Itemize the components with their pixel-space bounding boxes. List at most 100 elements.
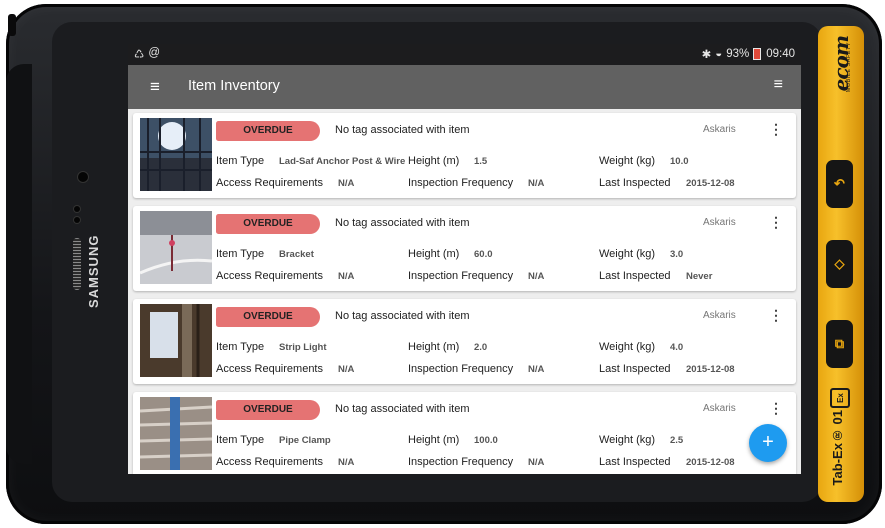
height-value: 2.0 (474, 342, 488, 353)
item-card[interactable]: OVERDUE No tag associated with item Aska… (133, 392, 796, 474)
item-type-label: Item Type (216, 341, 265, 353)
status-bar: ♺ @ ✱ ◒ 93% 09:40 (128, 44, 801, 65)
status-badge: OVERDUE (216, 121, 320, 141)
last-inspected-label: Last Inspected (599, 456, 671, 468)
battery-percent: 93% (726, 48, 750, 60)
status-badge: OVERDUE (216, 214, 320, 234)
access-value: N/A (338, 457, 355, 468)
frequency-label: Inspection Frequency (408, 270, 514, 282)
screen: ♺ @ ✱ ◒ 93% 09:40 ≡ Item Inventory ≡ OVE… (128, 44, 801, 474)
last-inspected-value: 2015-12-08 (686, 457, 735, 468)
more-options-icon[interactable]: ⋮ (769, 400, 783, 417)
last-inspected-label: Last Inspected (599, 363, 671, 375)
height-label: Height (m) (408, 155, 460, 167)
tag-message: No tag associated with item (335, 310, 470, 322)
weight-value: 2.5 (670, 435, 684, 446)
access-value: N/A (338, 178, 355, 189)
frequency-value: N/A (528, 271, 545, 282)
item-type-value: Lad-Saf Anchor Post & Wire (279, 156, 406, 167)
height-value: 1.5 (474, 156, 488, 167)
item-card[interactable]: OVERDUE No tag associated with item Aska… (133, 113, 796, 198)
item-type-value: Pipe Clamp (279, 435, 331, 446)
item-photo (140, 211, 212, 284)
item-owner: Askaris (703, 310, 736, 321)
add-item-button[interactable]: + (749, 424, 787, 462)
frequency-value: N/A (528, 364, 545, 375)
more-options-icon[interactable]: ⋮ (769, 121, 783, 138)
height-label: Height (m) (408, 341, 460, 353)
tag-message: No tag associated with item (335, 124, 470, 136)
access-label: Access Requirements (216, 177, 323, 189)
model-name: Tab-Ex® 01 (830, 410, 845, 486)
recent-apps-icon: ⧉ (834, 336, 845, 351)
filter-icon[interactable]: ≡ (774, 76, 783, 94)
height-value: 100.0 (474, 435, 498, 446)
last-inspected-value: Never (686, 271, 713, 282)
speaker-grille (73, 238, 81, 290)
battery-icon (753, 48, 762, 60)
height-value: 60.0 (474, 249, 493, 260)
model-label: Ex Tab-Ex® 01 (826, 388, 856, 488)
weight-label: Weight (kg) (599, 248, 656, 260)
item-type-value: Bracket (279, 249, 314, 260)
sensor-dot (74, 206, 80, 212)
item-photo (140, 118, 212, 191)
weight-label: Weight (kg) (599, 341, 656, 353)
item-owner: Askaris (703, 124, 736, 135)
item-owner: Askaris (703, 217, 736, 228)
weight-value: 10.0 (670, 156, 689, 167)
wifi-icon: ◒ (715, 48, 723, 60)
top-side-button[interactable] (8, 14, 16, 36)
tag-message: No tag associated with item (335, 217, 470, 229)
page-title: Item Inventory (188, 78, 280, 94)
frequency-value: N/A (528, 457, 545, 468)
frequency-value: N/A (528, 178, 545, 189)
item-type-label: Item Type (216, 155, 265, 167)
last-inspected-value: 2015-12-08 (686, 364, 735, 375)
weight-value: 3.0 (670, 249, 684, 260)
height-label: Height (m) (408, 248, 460, 260)
access-label: Access Requirements (216, 363, 323, 375)
frequency-label: Inspection Frequency (408, 456, 514, 468)
item-card[interactable]: OVERDUE No tag associated with item Aska… (133, 206, 796, 291)
hamburger-menu-icon[interactable]: ≡ (150, 77, 160, 97)
brand-logo: SAMSUNG (86, 234, 101, 308)
item-type-label: Item Type (216, 248, 265, 260)
weight-value: 4.0 (670, 342, 684, 353)
item-card[interactable]: OVERDUE No tag associated with item Aska… (133, 299, 796, 384)
last-inspected-value: 2015-12-08 (686, 178, 735, 189)
status-badge: OVERDUE (216, 400, 320, 420)
frequency-label: Inspection Frequency (408, 177, 514, 189)
more-options-icon[interactable]: ⋮ (769, 214, 783, 231)
access-value: N/A (338, 271, 355, 282)
weight-label: Weight (kg) (599, 155, 656, 167)
item-type-value: Strip Light (279, 342, 327, 353)
item-photo (140, 304, 212, 377)
recent-apps-key[interactable]: ⧉ (826, 320, 853, 368)
weight-label: Weight (kg) (599, 434, 656, 446)
tag-message: No tag associated with item (335, 403, 470, 415)
back-icon: ↶ (834, 176, 845, 191)
last-inspected-label: Last Inspected (599, 177, 671, 189)
at-icon: @ (148, 47, 160, 59)
front-camera (78, 172, 88, 182)
bluetooth-icon: ✱ (701, 49, 712, 61)
access-label: Access Requirements (216, 456, 323, 468)
ex-mark-icon: Ex (830, 388, 850, 408)
last-inspected-label: Last Inspected (599, 270, 671, 282)
item-owner: Askaris (703, 403, 736, 414)
clock: 09:40 (766, 48, 795, 60)
left-bumper (6, 64, 32, 464)
height-label: Height (m) (408, 434, 460, 446)
home-icon: ◇ (834, 256, 845, 271)
frequency-label: Inspection Frequency (408, 363, 514, 375)
item-type-label: Item Type (216, 434, 265, 446)
app-bar: ≡ Item Inventory ≡ (128, 65, 801, 109)
sensor-dot (74, 217, 80, 223)
home-key[interactable]: ◇ (826, 240, 853, 288)
access-value: N/A (338, 364, 355, 375)
back-key[interactable]: ↶ (826, 160, 853, 208)
access-label: Access Requirements (216, 270, 323, 282)
ecom-logo: ecom MOBILE SAFETY (829, 36, 853, 136)
more-options-icon[interactable]: ⋮ (769, 307, 783, 324)
